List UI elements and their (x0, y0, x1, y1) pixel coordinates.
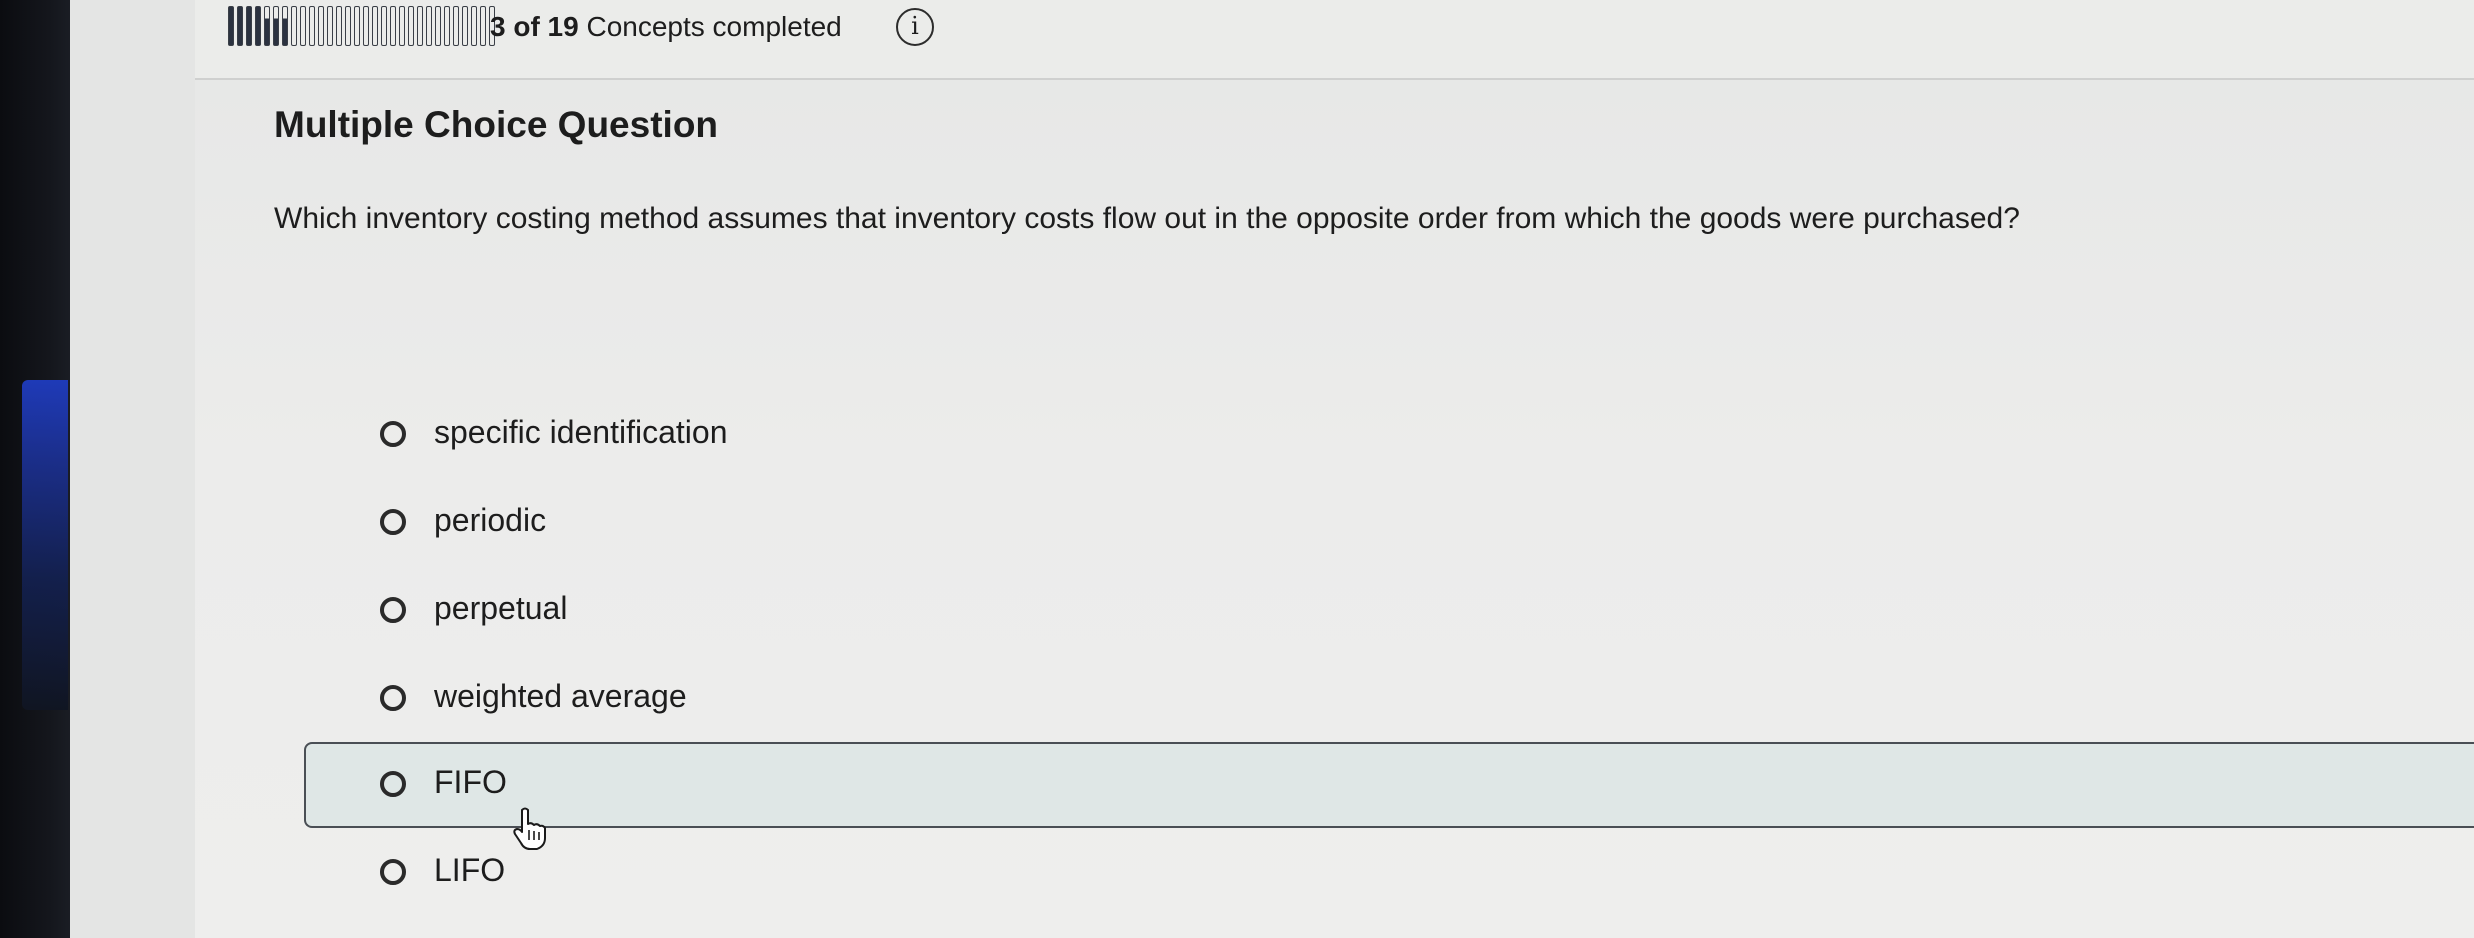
answer-option-label: periodic (434, 502, 547, 538)
bezel-reflection (22, 380, 68, 710)
question-text: Which inventory costing method assumes t… (274, 202, 2020, 235)
answer-option-label: FIFO (434, 764, 507, 800)
answer-option-6[interactable]: LIFO (304, 830, 2474, 916)
answer-option-3[interactable]: perpetual (304, 568, 2474, 654)
radio-button[interactable] (380, 771, 406, 797)
progress-segment (363, 6, 369, 46)
answer-option-label: specific identification (434, 414, 728, 450)
progress-segment (390, 6, 396, 46)
info-icon[interactable]: i (896, 8, 934, 46)
progress-segment (408, 6, 414, 46)
progress-segment (264, 6, 270, 46)
progress-segment (453, 6, 459, 46)
answer-option-label: perpetual (434, 590, 568, 626)
answer-option-1[interactable]: specific identification (304, 392, 2474, 478)
progress-label: Concepts completed (578, 11, 842, 42)
progress-segment (372, 6, 378, 46)
progress-segment (273, 6, 279, 46)
progress-segment (471, 6, 477, 46)
progress-segment (345, 6, 351, 46)
progress-segment (291, 6, 297, 46)
progress-segment (336, 6, 342, 46)
radio-button[interactable] (380, 421, 406, 447)
answer-option-label: LIFO (434, 852, 506, 888)
progress-segment (282, 6, 288, 46)
progress-segment (462, 6, 468, 46)
progress-segment (309, 6, 315, 46)
monitor-bezel (0, 0, 70, 938)
progress-segment (354, 6, 360, 46)
progress-segment (255, 6, 261, 46)
progress-segment (318, 6, 324, 46)
radio-button[interactable] (380, 597, 406, 623)
progress-segment (417, 6, 423, 46)
left-margin-strip (70, 0, 195, 938)
progress-segment (237, 6, 243, 46)
progress-segment (399, 6, 405, 46)
progress-segment (246, 6, 252, 46)
progress-count: 3 of 19 (490, 11, 579, 42)
radio-button[interactable] (380, 685, 406, 711)
progress-segment (228, 6, 234, 46)
answer-option-5[interactable]: FIFO (304, 742, 2474, 828)
progress-segment (426, 6, 432, 46)
concept-progress-bar (228, 6, 495, 50)
answer-option-2[interactable]: periodic (304, 480, 2474, 566)
progress-segment (381, 6, 387, 46)
answer-option-label: weighted average (434, 678, 687, 714)
progress-segment (480, 6, 486, 46)
radio-button[interactable] (380, 509, 406, 535)
answer-option-4[interactable]: weighted average (304, 656, 2474, 742)
progress-segment (435, 6, 441, 46)
progress-segment (444, 6, 450, 46)
progress-text: 3 of 19 Concepts completed (490, 10, 842, 44)
radio-button[interactable] (380, 859, 406, 885)
question-type-title: Multiple Choice Question (274, 104, 719, 145)
progress-segment (300, 6, 306, 46)
progress-segment (327, 6, 333, 46)
hand-pointer-icon (513, 807, 546, 850)
